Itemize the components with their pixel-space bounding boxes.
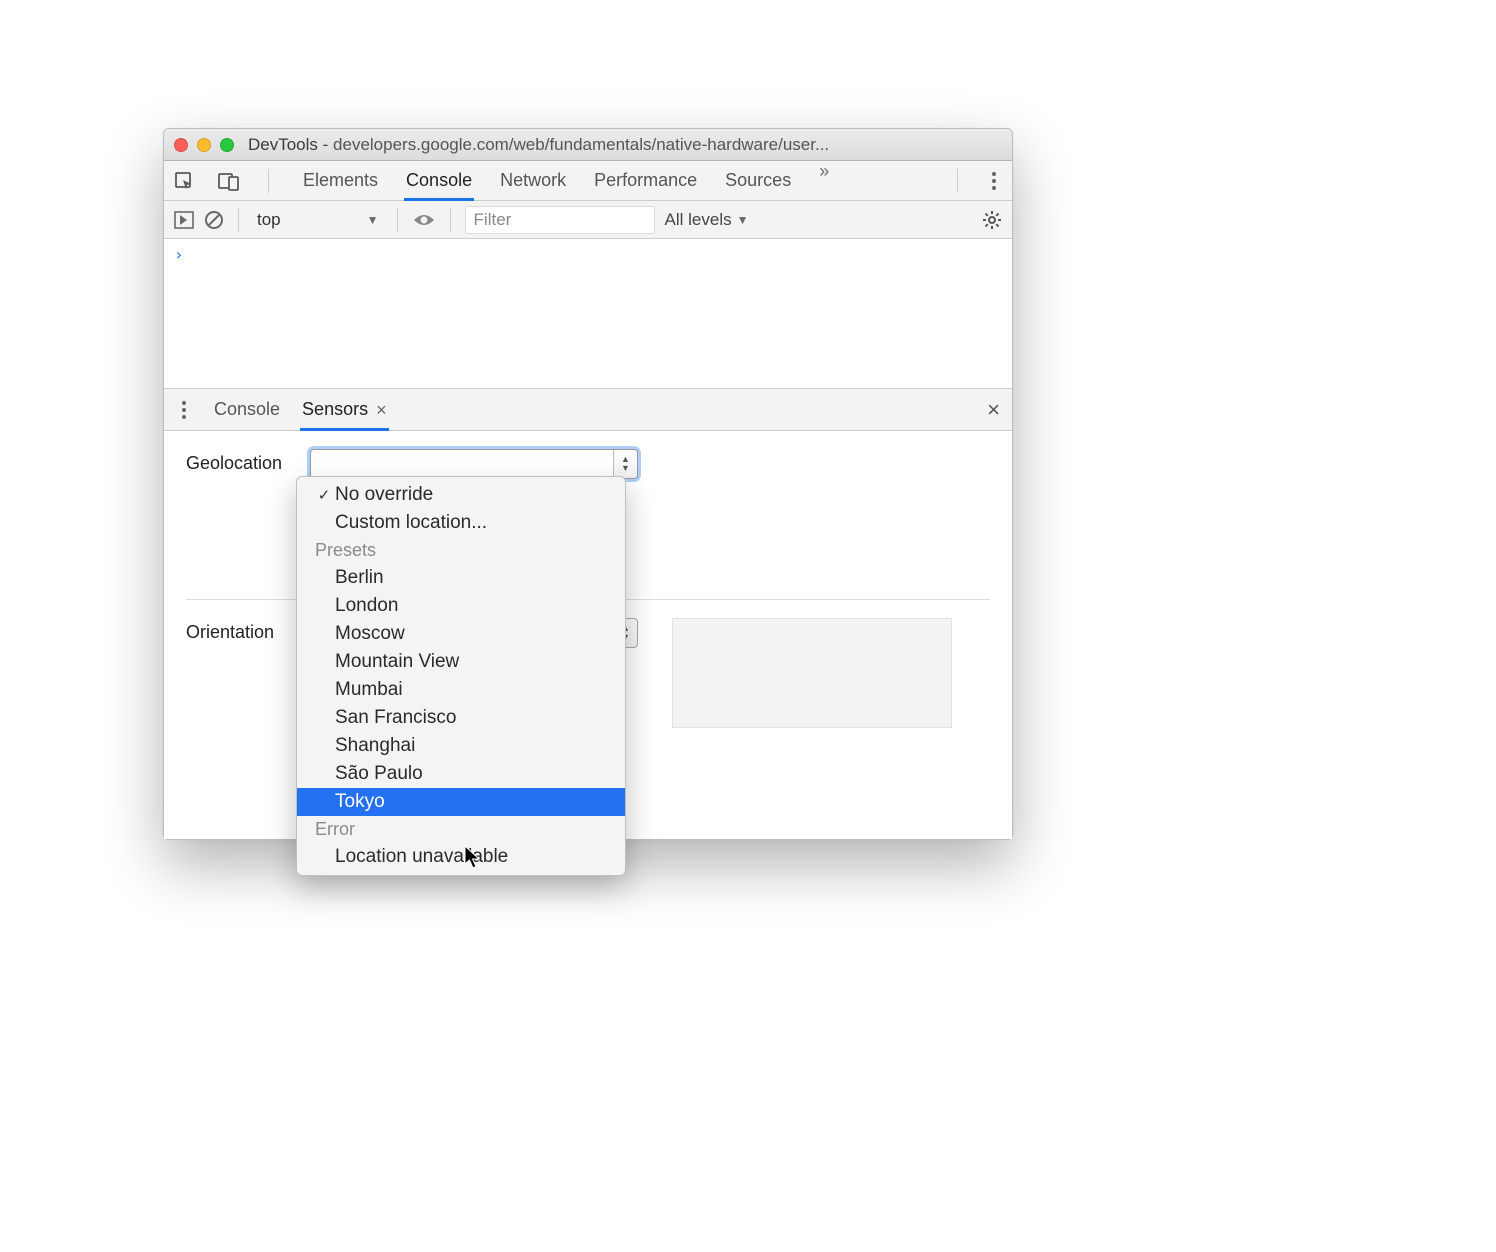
geo-option-moscow[interactable]: ✓Moscow: [297, 620, 625, 648]
divider: [450, 208, 451, 232]
orientation-label: Orientation: [186, 618, 296, 643]
execute-icon[interactable]: [174, 211, 194, 229]
page-url: developers.google.com/web/fundamentals/n…: [333, 135, 829, 154]
option-label: Moscow: [335, 623, 405, 645]
geo-option-san-francisco[interactable]: ✓San Francisco: [297, 704, 625, 732]
close-tab-icon[interactable]: ×: [376, 401, 387, 419]
orientation-preview: [672, 618, 952, 728]
option-label: Berlin: [335, 567, 384, 589]
console-settings-icon[interactable]: [982, 210, 1002, 230]
option-label: Mumbai: [335, 679, 403, 701]
close-window-button[interactable]: [174, 138, 188, 152]
divider: [397, 208, 398, 232]
drawer-tab-label: Sensors: [302, 399, 368, 420]
dropdown-triangle-icon: ▼: [367, 213, 379, 227]
geo-option-no-override[interactable]: ✓ No override: [297, 481, 625, 509]
app-name: DevTools: [248, 135, 318, 154]
title-sep: -: [318, 135, 333, 154]
console-toolbar: top ▼ Filter All levels ▼: [164, 201, 1012, 239]
tab-elements[interactable]: Elements: [303, 161, 378, 200]
option-label: Location unavailable: [335, 846, 508, 868]
geolocation-section: Geolocation ▲▼: [186, 449, 990, 479]
context-selector[interactable]: top ▼: [253, 210, 383, 230]
minimize-window-button[interactable]: [197, 138, 211, 152]
option-label: No override: [335, 484, 433, 506]
geo-option-tokyo[interactable]: ✓Tokyo: [297, 788, 625, 816]
log-levels-selector[interactable]: All levels ▼: [665, 210, 749, 230]
tab-performance[interactable]: Performance: [594, 161, 697, 200]
device-toolbar-icon[interactable]: [218, 171, 240, 191]
geolocation-dropdown: ✓ No override ✓ Custom location... Prese…: [296, 476, 626, 876]
geo-option-mountain-view[interactable]: ✓Mountain View: [297, 648, 625, 676]
tab-sources[interactable]: Sources: [725, 161, 791, 200]
drawer-tab-sensors[interactable]: Sensors ×: [302, 389, 387, 430]
option-label: São Paulo: [335, 763, 423, 785]
option-label: Custom location...: [335, 512, 487, 534]
geolocation-select[interactable]: ▲▼: [310, 449, 638, 479]
drawer-tab-label: Console: [214, 399, 280, 420]
main-tab-bar: Elements Console Network Performance Sou…: [164, 161, 1012, 201]
inspect-element-icon[interactable]: [174, 171, 194, 191]
option-label: Shanghai: [335, 735, 415, 757]
geolocation-label: Geolocation: [186, 449, 296, 474]
option-label: San Francisco: [335, 707, 456, 729]
zoom-window-button[interactable]: [220, 138, 234, 152]
titlebar: DevTools - developers.google.com/web/fun…: [164, 129, 1012, 161]
context-value: top: [257, 210, 281, 230]
checkmark-icon: ✓: [313, 486, 335, 504]
drawer-tab-bar: Console Sensors × ×: [164, 389, 1012, 431]
console-output[interactable]: ›: [164, 239, 1012, 389]
tab-console[interactable]: Console: [406, 161, 472, 200]
geo-option-sao-paulo[interactable]: ✓São Paulo: [297, 760, 625, 788]
clear-console-icon[interactable]: [204, 210, 224, 230]
divider: [268, 169, 269, 193]
close-drawer-icon[interactable]: ×: [987, 397, 1000, 423]
option-label: Mountain View: [335, 651, 459, 673]
geo-option-location-unavailable[interactable]: ✓Location unavailable: [297, 843, 625, 871]
geo-group-error: Error: [297, 816, 625, 843]
option-label: London: [335, 595, 398, 617]
levels-label: All levels: [665, 210, 732, 230]
traffic-lights: [174, 138, 234, 152]
more-tabs-icon[interactable]: »: [819, 161, 829, 200]
geo-option-mumbai[interactable]: ✓Mumbai: [297, 676, 625, 704]
geo-option-berlin[interactable]: ✓Berlin: [297, 564, 625, 592]
geo-option-london[interactable]: ✓London: [297, 592, 625, 620]
geo-option-custom[interactable]: ✓ Custom location...: [297, 509, 625, 537]
option-label: Tokyo: [335, 791, 385, 813]
select-stepper-icon: ▲▼: [613, 450, 637, 478]
console-prompt-icon: ›: [174, 245, 184, 264]
drawer-tab-console[interactable]: Console: [214, 389, 280, 430]
window-title: DevTools - developers.google.com/web/fun…: [248, 135, 1002, 155]
filter-input[interactable]: Filter: [465, 206, 655, 234]
geo-group-presets: Presets: [297, 537, 625, 564]
divider: [238, 208, 239, 232]
geo-option-shanghai[interactable]: ✓Shanghai: [297, 732, 625, 760]
live-expression-icon[interactable]: [412, 212, 436, 228]
drawer-menu-icon[interactable]: [176, 401, 192, 419]
main-tabs: Elements Console Network Performance Sou…: [303, 161, 829, 200]
divider: [957, 169, 958, 193]
devtools-menu-icon[interactable]: [986, 172, 1002, 190]
dropdown-triangle-icon: ▼: [737, 213, 749, 227]
tab-network[interactable]: Network: [500, 161, 566, 200]
